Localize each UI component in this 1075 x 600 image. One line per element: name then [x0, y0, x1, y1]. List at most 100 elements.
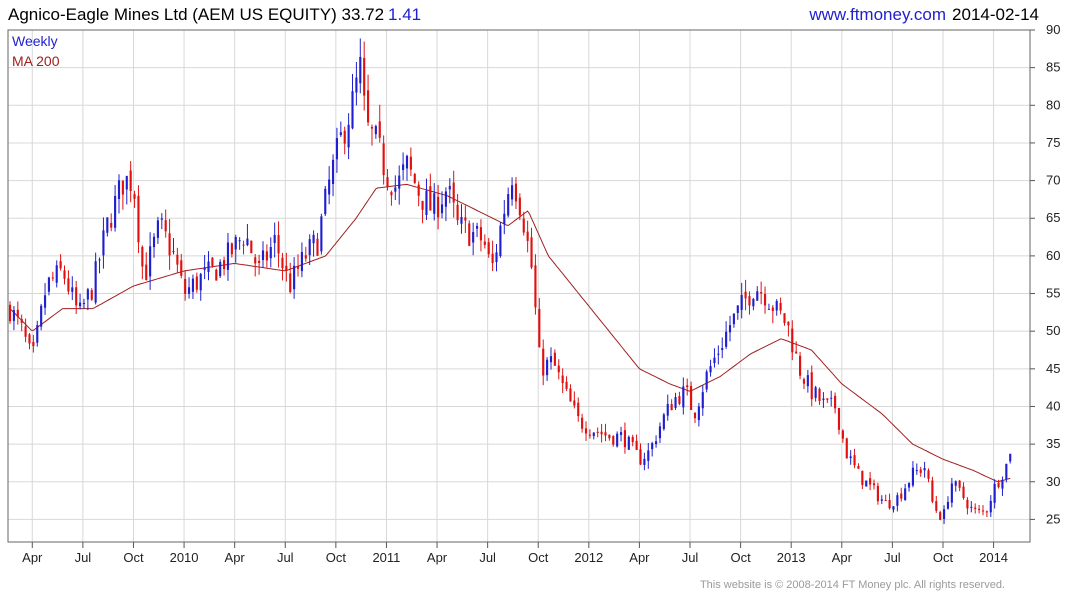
candle	[837, 407, 841, 435]
candle-body	[8, 304, 12, 322]
candle-body	[507, 194, 510, 216]
candle	[507, 187, 510, 218]
candle	[316, 232, 319, 256]
candle-body	[382, 143, 385, 176]
x-tick-label: Jul	[75, 550, 92, 565]
candle	[721, 337, 724, 359]
candle	[763, 286, 767, 314]
candle-body	[339, 132, 342, 136]
candle-body	[619, 432, 623, 435]
candle	[814, 385, 817, 402]
candle-body	[328, 179, 331, 195]
candle	[339, 121, 342, 137]
candle-body	[1001, 479, 1004, 489]
candle-body	[320, 216, 323, 252]
candle	[187, 277, 191, 299]
plot-frame	[7, 29, 1031, 543]
candle	[281, 252, 284, 281]
candle-body	[783, 313, 786, 324]
candle-body	[289, 273, 292, 293]
candle-body	[779, 302, 782, 311]
candle-body	[806, 375, 809, 387]
candle	[312, 230, 315, 257]
candle	[137, 185, 140, 254]
candle-body	[133, 194, 136, 199]
candle-body	[592, 432, 595, 437]
candle-body	[888, 500, 891, 509]
candle-body	[911, 467, 915, 486]
candle	[250, 240, 253, 254]
candle	[106, 217, 109, 237]
candle-body	[67, 278, 70, 292]
candle-body	[569, 388, 572, 402]
candle-body	[234, 236, 237, 250]
candle-body	[121, 180, 124, 195]
candle	[16, 301, 19, 325]
candle	[872, 479, 876, 490]
ma-200-line	[9, 183, 1011, 483]
candle	[865, 480, 868, 487]
candle	[452, 170, 455, 218]
y-tick-label: 25	[1046, 511, 1060, 526]
candle	[989, 495, 992, 517]
candle-body	[479, 227, 483, 241]
candle	[421, 200, 424, 224]
candle-body	[156, 220, 159, 238]
candle-body	[94, 261, 97, 303]
candle-body	[32, 342, 35, 347]
candle	[709, 359, 712, 377]
candle-body	[36, 325, 39, 343]
candle-body	[386, 177, 389, 187]
x-tick-label: Apr	[427, 550, 448, 565]
candle	[265, 244, 268, 268]
candle-body	[269, 246, 272, 259]
candle-body	[958, 480, 961, 488]
candle-body	[627, 436, 630, 450]
candle	[215, 268, 218, 281]
candle-body	[857, 465, 860, 469]
candle-body	[775, 301, 778, 311]
candle-body	[732, 313, 735, 325]
candle-body	[367, 90, 370, 123]
y-tick-label: 85	[1046, 60, 1060, 75]
candle-body	[549, 356, 553, 363]
y-tick-label: 40	[1046, 398, 1060, 413]
candle	[604, 423, 607, 442]
x-tick-label: Oct	[730, 550, 751, 565]
candle-body	[810, 372, 813, 400]
candle-body	[904, 488, 907, 501]
candle	[24, 318, 27, 343]
candle-body	[744, 291, 747, 299]
candle	[888, 493, 891, 510]
candle-body	[670, 404, 673, 411]
candle-body	[203, 267, 206, 270]
candle	[849, 450, 852, 465]
candle-body	[242, 244, 245, 246]
candle-body	[219, 261, 222, 277]
candle	[55, 260, 58, 288]
candle-body	[588, 434, 591, 436]
candle	[686, 378, 689, 396]
candle	[347, 113, 350, 160]
candle	[429, 173, 432, 211]
candle-body	[736, 305, 739, 313]
candle	[36, 320, 39, 347]
candle	[226, 232, 230, 281]
candle-body	[581, 417, 584, 429]
candle-body	[954, 481, 957, 486]
candle-body	[826, 398, 829, 400]
candle-body	[114, 195, 117, 228]
candle-body	[837, 407, 841, 430]
candle-body	[705, 371, 708, 390]
candle-body	[542, 348, 545, 376]
x-tick-label: Oct	[933, 550, 954, 565]
candle-body	[795, 351, 798, 354]
candle-body	[425, 190, 428, 215]
candle-body	[643, 458, 646, 465]
candle-body	[997, 482, 1000, 488]
y-tick-label: 50	[1046, 323, 1060, 338]
candle	[277, 221, 280, 268]
candle	[1009, 453, 1012, 464]
candle-body	[374, 126, 377, 135]
candle-body	[966, 499, 969, 509]
